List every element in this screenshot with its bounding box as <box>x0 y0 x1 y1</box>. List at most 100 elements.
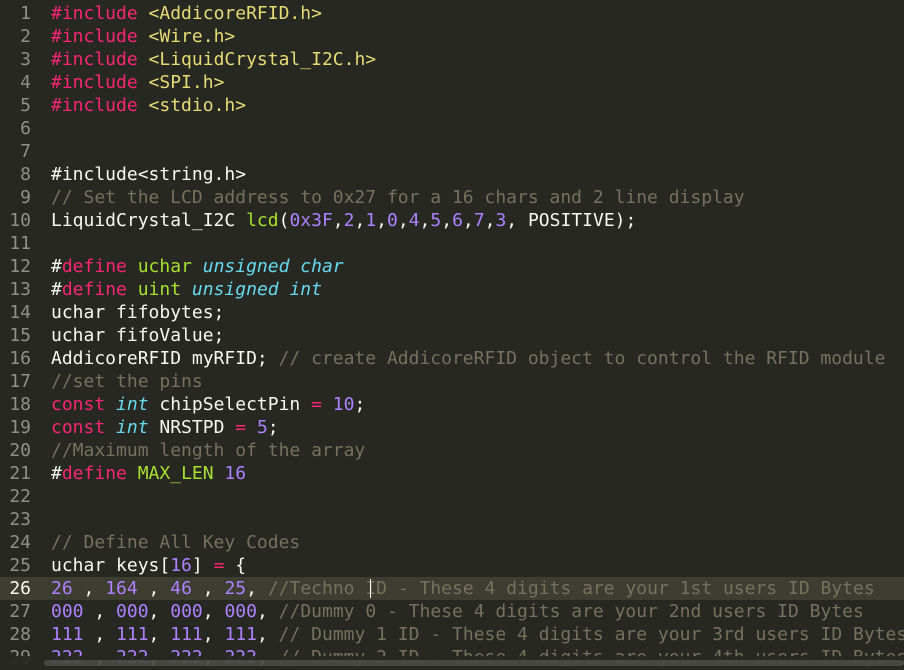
code-token: , <box>83 624 117 645</box>
code-text[interactable]: #include <AddicoreRFID.h> <box>51 2 322 25</box>
code-token: unsigned char <box>202 256 344 277</box>
code-text[interactable]: #define uchar unsigned char <box>51 255 344 278</box>
code-token: 000 <box>170 601 203 622</box>
code-line[interactable]: 15 uchar fifoValue; <box>0 324 904 347</box>
code-token: , <box>441 210 453 231</box>
code-text[interactable]: //set the pins <box>51 370 203 393</box>
code-text[interactable]: uchar keys[16] = { <box>51 554 246 577</box>
code-text[interactable]: #include <LiquidCrystal_I2C.h> <box>51 48 376 71</box>
code-line[interactable]: 16 AddicoreRFID myRFID; // create Addicor… <box>0 347 904 370</box>
code-text[interactable]: //Maximum length of the array <box>51 439 365 462</box>
code-text[interactable]: #include <stdio.h> <box>51 94 246 117</box>
code-text[interactable]: #include <SPI.h> <box>51 71 224 94</box>
code-token: # <box>51 463 62 484</box>
code-token: #include <box>51 72 138 93</box>
code-token: # <box>51 279 62 300</box>
code-line[interactable]: 5 #include <stdio.h> <box>0 94 904 117</box>
code-line[interactable]: 4 #include <SPI.h> <box>0 71 904 94</box>
code-text[interactable]: AddicoreRFID myRFID; // create AddicoreR… <box>51 347 885 370</box>
code-text[interactable]: #include<string.h> <box>51 163 246 186</box>
code-token: , <box>462 210 474 231</box>
code-token: #include <box>51 26 138 47</box>
code-text[interactable]: uchar fifobytes; <box>51 301 224 324</box>
code-token: 164 <box>105 578 138 599</box>
code-token: , <box>332 210 344 231</box>
code-token: , <box>83 601 117 622</box>
code-line[interactable]: 7 <box>0 140 904 163</box>
code-token: , POSITIVE); <box>506 210 637 231</box>
code-line[interactable]: 25 uchar keys[16] = { <box>0 554 904 577</box>
line-number: 20 <box>9 440 31 461</box>
code-line[interactable]: 1 #include <AddicoreRFID.h> <box>0 2 904 25</box>
code-line[interactable]: 14 uchar fifobytes; <box>0 301 904 324</box>
code-token: uchar <box>137 256 192 277</box>
code-text[interactable]: uchar fifoValue; <box>51 324 224 347</box>
code-text[interactable]: 000 , 000, 000, 000, //Dummy 0 - These 4… <box>51 600 864 623</box>
code-line[interactable]: 27 000 , 000, 000, 000, //Dummy 0 - These… <box>0 600 904 623</box>
code-line[interactable]: 21 #define MAX_LEN 16 <box>0 462 904 485</box>
code-text[interactable]: const int chipSelectPin = 10; <box>51 393 365 416</box>
code-text[interactable]: // Set the LCD address to 0x27 for a 16 … <box>51 186 745 209</box>
code-line[interactable]: 12 #define uchar unsigned char <box>0 255 904 278</box>
code-token: int <box>116 394 149 415</box>
code-line[interactable]: 18 const int chipSelectPin = 10; <box>0 393 904 416</box>
code-token: , <box>256 624 279 645</box>
code-token: 5 <box>430 210 442 231</box>
code-line[interactable]: 26 26 , 164 , 46 , 25, //Techno ID - Thes… <box>0 577 904 600</box>
line-number: 17 <box>9 371 31 392</box>
code-token: 111 <box>170 624 203 645</box>
scrollbar-thumb[interactable] <box>44 660 904 666</box>
code-token: , <box>484 210 496 231</box>
code-token: { <box>224 555 247 576</box>
text-cursor <box>370 579 371 598</box>
code-token: LiquidCrystal_I2C <box>51 210 247 231</box>
code-token: 3 <box>495 210 507 231</box>
code-token: 0x3F <box>289 210 333 231</box>
line-number: 28 <box>9 624 31 645</box>
code-token: chipSelectPin <box>148 394 312 415</box>
code-token: 111 <box>51 624 84 645</box>
code-line[interactable]: 17 //set the pins <box>0 370 904 393</box>
code-text[interactable]: const int NRSTPD = 5; <box>51 416 279 439</box>
code-line[interactable]: 13 #define uint unsigned int <box>0 278 904 301</box>
code-token: , <box>202 624 225 645</box>
code-line[interactable]: 11 <box>0 232 904 255</box>
code-line[interactable]: 10 LiquidCrystal_I2C lcd(0x3F,2,1,0,4,5,6… <box>0 209 904 232</box>
line-number: 6 <box>20 118 31 139</box>
code-text[interactable]: #define MAX_LEN 16 <box>51 462 246 485</box>
code-text[interactable]: 26 , 164 , 46 , 25, //Techno ID - These … <box>51 577 875 600</box>
code-line[interactable]: 9 // Set the LCD address to 0x27 for a 16… <box>0 186 904 209</box>
line-number: 11 <box>9 233 31 254</box>
code-token: ; <box>354 394 366 415</box>
code-line[interactable]: 3 #include <LiquidCrystal_I2C.h> <box>0 48 904 71</box>
code-line[interactable]: 19 const int NRSTPD = 5; <box>0 416 904 439</box>
code-token: = <box>213 555 225 576</box>
code-token: 0 <box>387 210 398 231</box>
code-line[interactable]: 23 <box>0 508 904 531</box>
code-text[interactable]: #include <Wire.h> <box>51 25 235 48</box>
code-token: , <box>191 578 225 599</box>
code-editor[interactable]: 1 #include <AddicoreRFID.h> 2 #include <Wir… <box>0 0 904 670</box>
code-text[interactable]: // Define All Key Codes <box>51 531 300 554</box>
code-token: 1 <box>365 210 377 231</box>
code-line[interactable]: 8 #include<string.h> <box>0 163 904 186</box>
code-line[interactable]: 2 #include <Wire.h> <box>0 25 904 48</box>
code-text[interactable]: 111 , 111, 111, 111, // Dummy 1 ID - The… <box>51 623 904 646</box>
code-text[interactable]: LiquidCrystal_I2C lcd(0x3F,2,1,0,4,5,6,7… <box>51 209 636 232</box>
code-token: // Set the LCD address to 0x27 for a 16 … <box>51 187 745 208</box>
code-token: 000 <box>116 601 149 622</box>
horizontal-scrollbar[interactable] <box>0 656 904 670</box>
line-number: 4 <box>20 72 31 93</box>
line-number: 23 <box>9 509 31 530</box>
code-line[interactable]: 20 //Maximum length of the array <box>0 439 904 462</box>
code-line[interactable]: 22 <box>0 485 904 508</box>
code-line[interactable]: 24 // Define All Key Codes <box>0 531 904 554</box>
code-line[interactable]: 28 111 , 111, 111, 111, // Dummy 1 ID - T… <box>0 623 904 646</box>
line-number: 2 <box>20 26 31 47</box>
code-text[interactable]: #define uint unsigned int <box>51 278 322 301</box>
code-line[interactable]: 6 <box>0 117 904 140</box>
